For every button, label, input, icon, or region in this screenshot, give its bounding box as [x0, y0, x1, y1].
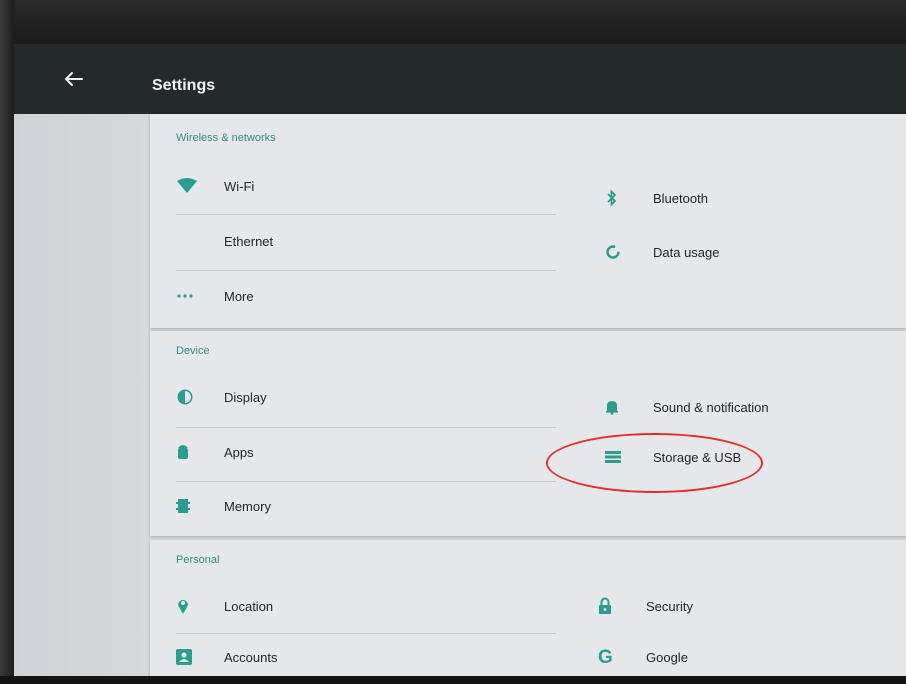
settings-item-label: Ethernet [224, 233, 274, 249]
settings-item-google[interactable]: G Google [598, 637, 688, 676]
page-title: Settings [152, 77, 216, 94]
settings-item-ethernet[interactable]: Ethernet [176, 221, 273, 261]
settings-item-bluetooth[interactable]: Bluetooth [605, 178, 708, 218]
settings-item-security[interactable]: Security [598, 586, 693, 626]
settings-item-label: Data usage [653, 244, 720, 260]
settings-item-label: Google [646, 649, 688, 665]
lock-icon [598, 594, 638, 618]
settings-item-label: More [224, 288, 254, 304]
left-margin [14, 114, 150, 676]
settings-screen: Settings Wireless & networks Wi-Fi Ether… [14, 44, 906, 676]
display-icon [176, 385, 216, 409]
accounts-icon [176, 645, 216, 669]
section-device: Device Display Apps Memory Sound & notif… [150, 331, 906, 536]
section-header-wireless: Wireless & networks [176, 132, 276, 144]
settings-item-label: Wi-Fi [224, 178, 255, 194]
bluetooth-icon [605, 186, 645, 210]
settings-item-label: Sound & notification [653, 399, 769, 415]
back-arrow-icon[interactable] [62, 70, 84, 88]
section-personal: Personal Location Accounts Security G Go… [150, 540, 906, 676]
location-icon [176, 594, 216, 618]
highlight-annotation-ellipse [546, 433, 763, 493]
section-header-personal: Personal [176, 554, 220, 566]
apps-icon [176, 440, 216, 464]
settings-item-label: Memory [224, 498, 271, 514]
app-bar: Settings [14, 44, 906, 114]
data-usage-icon [605, 240, 645, 264]
divider [176, 633, 556, 634]
memory-icon [176, 494, 216, 518]
device-bezel-bottom [0, 676, 906, 684]
divider [176, 270, 556, 271]
device-bezel-top [0, 0, 906, 44]
section-wireless-networks: Wireless & networks Wi-Fi Ethernet More … [150, 114, 906, 328]
settings-item-label: Apps [224, 444, 254, 460]
bell-icon [605, 395, 645, 419]
settings-item-display[interactable]: Display [176, 377, 267, 417]
settings-item-wifi[interactable]: Wi-Fi [176, 166, 254, 206]
google-icon: G [598, 646, 613, 668]
settings-item-label: Location [224, 598, 274, 614]
divider [176, 481, 556, 482]
settings-item-location[interactable]: Location [176, 586, 273, 626]
divider [176, 427, 556, 428]
divider [176, 214, 556, 215]
settings-item-label: Display [224, 389, 267, 405]
more-icon [176, 284, 216, 308]
device-bezel-left [0, 0, 14, 684]
settings-item-sound-notification[interactable]: Sound & notification [605, 387, 769, 427]
section-header-device: Device [176, 345, 210, 357]
ethernet-icon [176, 229, 216, 253]
settings-item-label: Accounts [224, 649, 278, 665]
settings-item-label: Bluetooth [653, 190, 708, 206]
settings-item-data-usage[interactable]: Data usage [605, 232, 720, 272]
settings-item-label: Security [646, 598, 693, 614]
wifi-icon [176, 174, 216, 198]
settings-item-apps[interactable]: Apps [176, 432, 254, 472]
settings-item-memory[interactable]: Memory [176, 486, 271, 526]
settings-item-accounts[interactable]: Accounts [176, 637, 277, 676]
settings-item-more[interactable]: More [176, 276, 254, 316]
